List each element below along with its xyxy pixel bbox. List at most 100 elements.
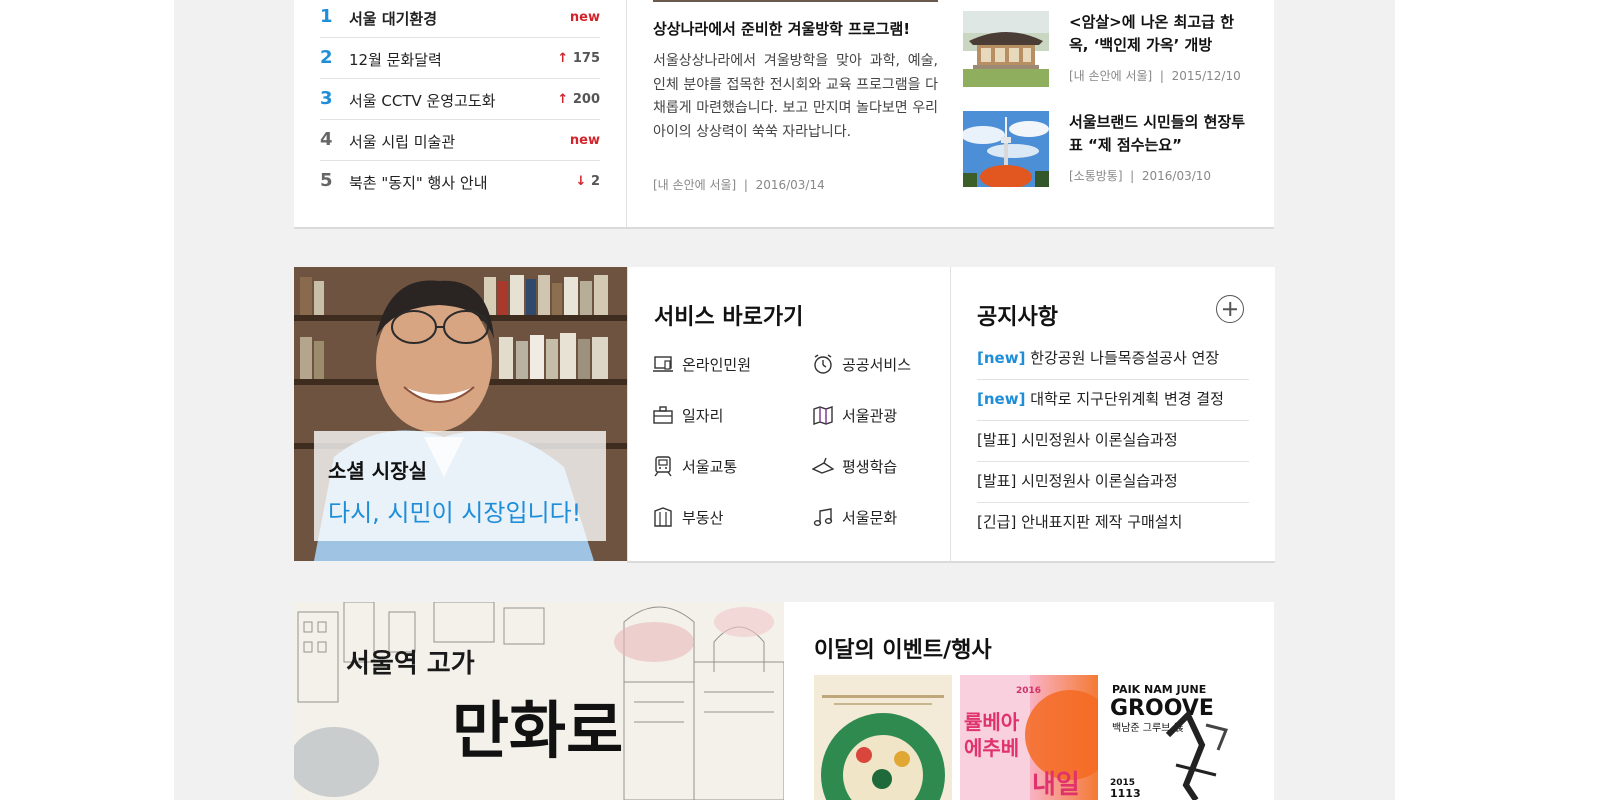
rank-number: 3 <box>320 88 333 109</box>
new-tag: [new] <box>977 349 1026 367</box>
side-news-category: [소통방통] <box>1069 169 1123 183</box>
poster2-year: 2016 <box>1016 686 1041 696</box>
rank-change: new <box>570 10 600 25</box>
rank-change: ↑ 200 <box>557 92 600 107</box>
new-badge: new <box>569 10 600 25</box>
notice-item[interactable]: [긴급] 안내표지판 제작 구매설치 <box>977 503 1249 543</box>
ranking-item[interactable]: 3 서울 CCTV 운영고도화 ↑ 200 <box>320 79 600 120</box>
ranking-item[interactable]: 4 서울 시립 미술관 new <box>320 120 600 161</box>
event-poster[interactable] <box>814 675 952 800</box>
rank-change-value: 175 <box>572 51 600 66</box>
notice-title[interactable]: [발표] 시민정원사 이론실습과정 <box>977 429 1178 450</box>
service-shortcuts: 서비스 바로가기 온라인민원 공공서비스 일자리 서울관광 서울교통 평생학습 <box>627 267 951 563</box>
rank-keyword[interactable]: 12월 문화달력 <box>349 49 442 70</box>
side-news-item[interactable]: 서울브랜드 시민들의 현장투표 “제 점수는요” [소통방통] | 2016/0… <box>963 111 1253 187</box>
news-date: 2016/03/14 <box>755 178 825 192</box>
news-body: 서울상상나라에서 겨울방학을 맞아 과학, 예술, 인체 분야를 접목한 전시회… <box>653 53 938 140</box>
service-label: 일자리 <box>682 407 724 425</box>
ranking-item[interactable]: 5 북촌 "동지" 행사 안내 ↓ 2 <box>320 161 600 201</box>
notice-text[interactable]: [new] 한강공원 나들목증설공사 연장 <box>977 347 1219 368</box>
rank-keyword[interactable]: 서울 시립 미술관 <box>349 131 455 152</box>
notice-item[interactable]: [new] 한강공원 나들목증설공사 연장 <box>977 339 1249 380</box>
side-news-date: 2015/12/10 <box>1171 69 1241 83</box>
new-tag: [new] <box>977 390 1026 408</box>
mayor-title: 소셜 시장실 <box>328 459 427 483</box>
more-plus-icon[interactable] <box>1216 295 1244 323</box>
meta-separator: | <box>1159 69 1164 83</box>
mayor-slogan: 다시, 시민이 시장입니다! <box>328 499 582 527</box>
ranking-item[interactable]: 1 서울 대기환경 new <box>320 0 600 38</box>
n-seoul-tower-thumbnail[interactable] <box>963 111 1049 187</box>
train-icon <box>654 456 672 477</box>
side-news-title[interactable]: <암살>에 나온 최고급 한옥, ‘백인제 가옥’ 개방 <box>1069 11 1249 57</box>
notice-heading: 공지사항 <box>977 305 1058 330</box>
map-icon <box>813 406 833 425</box>
notice-text[interactable]: [new] 대학로 지구단위계획 변경 결정 <box>977 388 1224 409</box>
service-label: 부동산 <box>682 509 724 527</box>
rank-number: 2 <box>320 47 333 68</box>
side-news-item[interactable]: <암살>에 나온 최고급 한옥, ‘백인제 가옥’ 개방 [내 손안에 서울] … <box>963 11 1253 87</box>
events-panel: 이달의 이벤트/행사 2016 률베아 에추베 내일 PAIK NAM JUNE… <box>784 602 1274 800</box>
poster2-title-line2: 에추베 <box>964 736 1019 760</box>
notice-title: 한강공원 나들목증설공사 연장 <box>1030 349 1220 367</box>
arrow-down-icon: ↓ <box>575 174 587 189</box>
news-title[interactable]: 상상나라에서 준비한 겨울방학 프로그램! <box>653 18 910 39</box>
rank-keyword[interactable]: 북촌 "동지" 행사 안내 <box>349 172 488 193</box>
cartoon-title-line2: 만화로 <box>452 694 623 767</box>
service-label: 서울관광 <box>842 407 898 425</box>
poster3-date: 1113 <box>1110 787 1141 800</box>
side-news-title[interactable]: 서울브랜드 시민들의 현장투표 “제 점수는요” <box>1069 111 1249 157</box>
news-panel: 1 서울 대기환경 new 2 12월 문화달력 ↑ 175 3 서울 CCTV… <box>294 0 1274 229</box>
meta-separator: | <box>743 178 748 192</box>
briefcase-icon <box>653 406 673 424</box>
arrow-up-icon: ↑ <box>557 51 569 66</box>
poster3-subtitle: GROOVE <box>1110 696 1214 721</box>
music-note-icon <box>813 508 833 526</box>
rank-change: ↑ 175 <box>557 51 600 66</box>
notice-title[interactable]: [긴급] 안내표지판 제작 구매설치 <box>977 511 1182 532</box>
alarm-clock-icon <box>814 354 832 374</box>
events-heading: 이달의 이벤트/행사 <box>814 638 992 663</box>
service-label: 서울문화 <box>842 509 898 527</box>
service-label: 공공서비스 <box>842 356 912 374</box>
service-label: 온라인민원 <box>682 356 752 374</box>
notice-item[interactable]: [new] 대학로 지구단위계획 변경 결정 <box>977 380 1249 421</box>
page: 1 서울 대기환경 new 2 12월 문화달력 ↑ 175 3 서울 CCTV… <box>0 0 1600 800</box>
rank-number: 5 <box>320 170 333 191</box>
cartoon-illustration: 서울역 고가 만화로 <box>294 602 784 800</box>
news-meta: [내 손안에 서울] | 2016/03/14 <box>653 176 825 193</box>
rank-keyword[interactable]: 서울 CCTV 운영고도화 <box>349 90 496 111</box>
rank-change: new <box>570 133 600 148</box>
meta-separator: | <box>1130 169 1135 183</box>
notice-item[interactable]: [발표] 시민정원사 이론실습과정 <box>977 421 1249 462</box>
social-mayor-banner[interactable]: 소셜 시장실 다시, 시민이 시장입니다! <box>294 267 627 561</box>
rank-keyword[interactable]: 서울 대기환경 <box>349 8 437 29</box>
side-news-meta: [내 손안에 서울] | 2015/12/10 <box>1069 67 1241 84</box>
new-badge: new <box>569 133 600 148</box>
arrow-up-icon: ↑ <box>557 92 569 107</box>
notice-title[interactable]: [발표] 시민정원사 이론실습과정 <box>977 470 1178 491</box>
ranking-item[interactable]: 2 12월 문화달력 ↑ 175 <box>320 38 600 79</box>
notice-board: 공지사항 [new] 한강공원 나들목증설공사 연장 [new] 대학로 지구단… <box>950 267 1275 563</box>
side-news-category: [내 손안에 서울] <box>1069 69 1153 83</box>
service-label: 서울교통 <box>682 458 738 476</box>
event-poster[interactable]: PAIK NAM JUNE GROOVE 백남준 그루브 展 2015 1113 <box>1106 675 1244 800</box>
news-category: [내 손안에 서울] <box>653 178 737 192</box>
news-image[interactable] <box>653 0 938 2</box>
rank-change: ↓ 2 <box>576 174 600 189</box>
building-icon <box>654 507 672 527</box>
service-heading: 서비스 바로가기 <box>654 305 804 330</box>
notice-list: [new] 한강공원 나들목증설공사 연장 [new] 대학로 지구단위계획 변… <box>977 339 1249 543</box>
event-poster[interactable]: 2016 률베아 에추베 내일 <box>960 675 1098 800</box>
side-news-date: 2016/03/10 <box>1141 169 1212 183</box>
graduation-cap-icon <box>812 457 834 474</box>
side-news-meta: [소통방통] | 2016/03/10 <box>1069 167 1211 184</box>
notice-item[interactable]: [발표] 시민정원사 이론실습과정 <box>977 462 1249 503</box>
rank-change-value: 2 <box>590 174 600 189</box>
service-label: 평생학습 <box>842 458 898 476</box>
seoul-station-cartoon-banner[interactable]: 서울역 고가 만화로 <box>294 602 784 800</box>
mayor-caption-box: 소셜 시장실 다시, 시민이 시장입니다! <box>314 431 606 541</box>
poster2-title-line1: 률베아 <box>964 710 1020 734</box>
hanok-thumbnail[interactable] <box>963 11 1049 87</box>
laptop-icon <box>653 356 673 372</box>
